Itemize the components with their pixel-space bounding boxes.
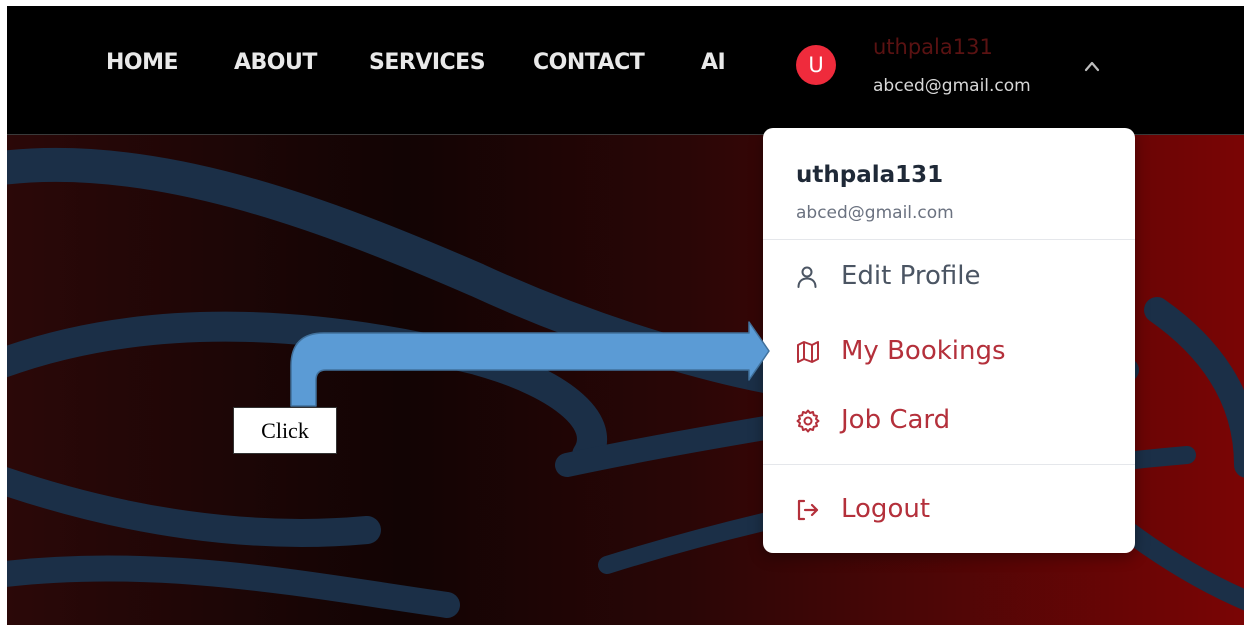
click-annotation-label: Click [233,407,337,454]
annotation-arrow [290,321,770,407]
app-window: HOME ABOUT SERVICES CONTACT AI U uthpala… [7,6,1244,625]
